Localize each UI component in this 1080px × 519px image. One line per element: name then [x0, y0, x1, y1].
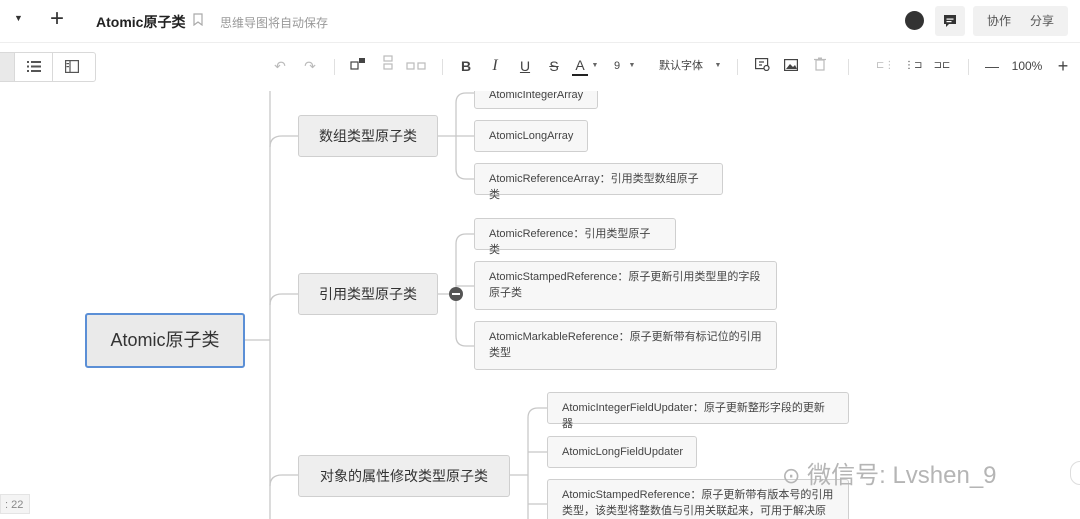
font-size-select[interactable]: 9 — [610, 54, 624, 78]
insert-parent-node-icon[interactable] — [405, 54, 427, 78]
node-counter: : 22 — [0, 494, 30, 514]
avatar[interactable] — [905, 11, 924, 30]
view-switch — [0, 52, 96, 82]
add-icon[interactable]: + — [50, 5, 64, 33]
chevron-down-icon[interactable]: ▼ — [590, 54, 600, 78]
comment-icon[interactable] — [935, 6, 965, 36]
redo-icon[interactable]: ↷ — [300, 54, 320, 78]
mindmap-view-button[interactable] — [0, 53, 14, 81]
leaf-node[interactable]: AtomicReferenceArray：引用类型数组原子类 — [474, 163, 723, 201]
font-color-button[interactable]: A — [572, 54, 588, 76]
dropdown-caret-icon[interactable]: ▼ — [14, 13, 23, 23]
sidebar-view-icon[interactable] — [65, 60, 80, 78]
autosave-hint: 思维导图将自动保存 — [220, 16, 329, 30]
bold-button[interactable]: B — [457, 54, 475, 78]
zoom-out-button[interactable]: — — [984, 54, 1000, 78]
zoom-level: 100% — [1011, 59, 1043, 73]
document-title[interactable]: Atomic原子类 — [96, 12, 185, 32]
leaf-node[interactable]: AtomicReference：引用类型原子类 — [474, 218, 676, 256]
wechat-icon: ⊙ — [782, 463, 801, 488]
format-toolbar: ↶ ↷ B I U S A ▼ 9 ▼ 默认字体 ▼ ⊏⋮ ⋮⊐ ⊐⊏ — 10… — [0, 42, 1080, 92]
chevron-down-icon[interactable]: ▼ — [713, 54, 723, 78]
branch-node-reference[interactable]: 引用类型原子类 — [298, 273, 438, 315]
insert-link-icon[interactable] — [754, 54, 770, 78]
expand-all-icon[interactable]: ⊐⊏ — [933, 54, 951, 78]
wechat-watermark: ⊙ 微信号: Lvshen_9 — [782, 462, 997, 489]
top-bar: ▼ + Atomic原子类 思维导图将自动保存 协作 分享 — [0, 0, 1080, 42]
leaf-node[interactable]: AtomicStampedReference：原子更新引用类型里的字段原子类 — [474, 261, 777, 310]
branch-node-field-updater[interactable]: 对象的属性修改类型原子类 — [298, 455, 510, 497]
font-family-select[interactable]: 默认字体 — [656, 54, 706, 78]
delete-icon[interactable] — [812, 54, 828, 78]
leaf-node[interactable]: AtomicIntegerFieldUpdater：原子更新整形字段的更新器 — [547, 392, 849, 430]
leaf-node[interactable]: AtomicLongFieldUpdater — [547, 436, 697, 468]
leaf-node[interactable]: AtomicMarkableReference：原子更新带有标记位的引用类型 — [474, 321, 777, 370]
branch-node-array[interactable]: 数组类型原子类 — [298, 115, 438, 157]
side-handle[interactable] — [1070, 461, 1080, 485]
collapse-toggle-icon[interactable] — [449, 287, 463, 301]
collapse-right-icon[interactable]: ⋮⊐ — [904, 54, 922, 78]
undo-icon[interactable]: ↶ — [270, 54, 290, 78]
share-button[interactable]: 分享 — [1016, 6, 1068, 36]
chevron-down-icon[interactable]: ▼ — [627, 54, 637, 78]
leaf-node[interactable]: AtomicLongArray — [474, 120, 588, 152]
leaf-node[interactable]: AtomicIntegerArray — [474, 91, 598, 109]
insert-image-icon[interactable] — [783, 54, 799, 78]
collapse-left-icon[interactable]: ⊏⋮ — [876, 54, 894, 78]
outline-view-icon[interactable] — [27, 60, 41, 78]
insert-child-node-icon[interactable] — [349, 54, 367, 78]
underline-button[interactable]: U — [516, 54, 534, 78]
zoom-in-button[interactable]: + — [1055, 54, 1071, 78]
bookmark-icon[interactable] — [193, 13, 203, 31]
italic-button[interactable]: I — [486, 54, 504, 78]
strikethrough-button[interactable]: S — [545, 54, 563, 78]
root-node[interactable]: Atomic原子类 — [85, 313, 245, 368]
insert-sibling-node-icon[interactable] — [379, 54, 397, 78]
